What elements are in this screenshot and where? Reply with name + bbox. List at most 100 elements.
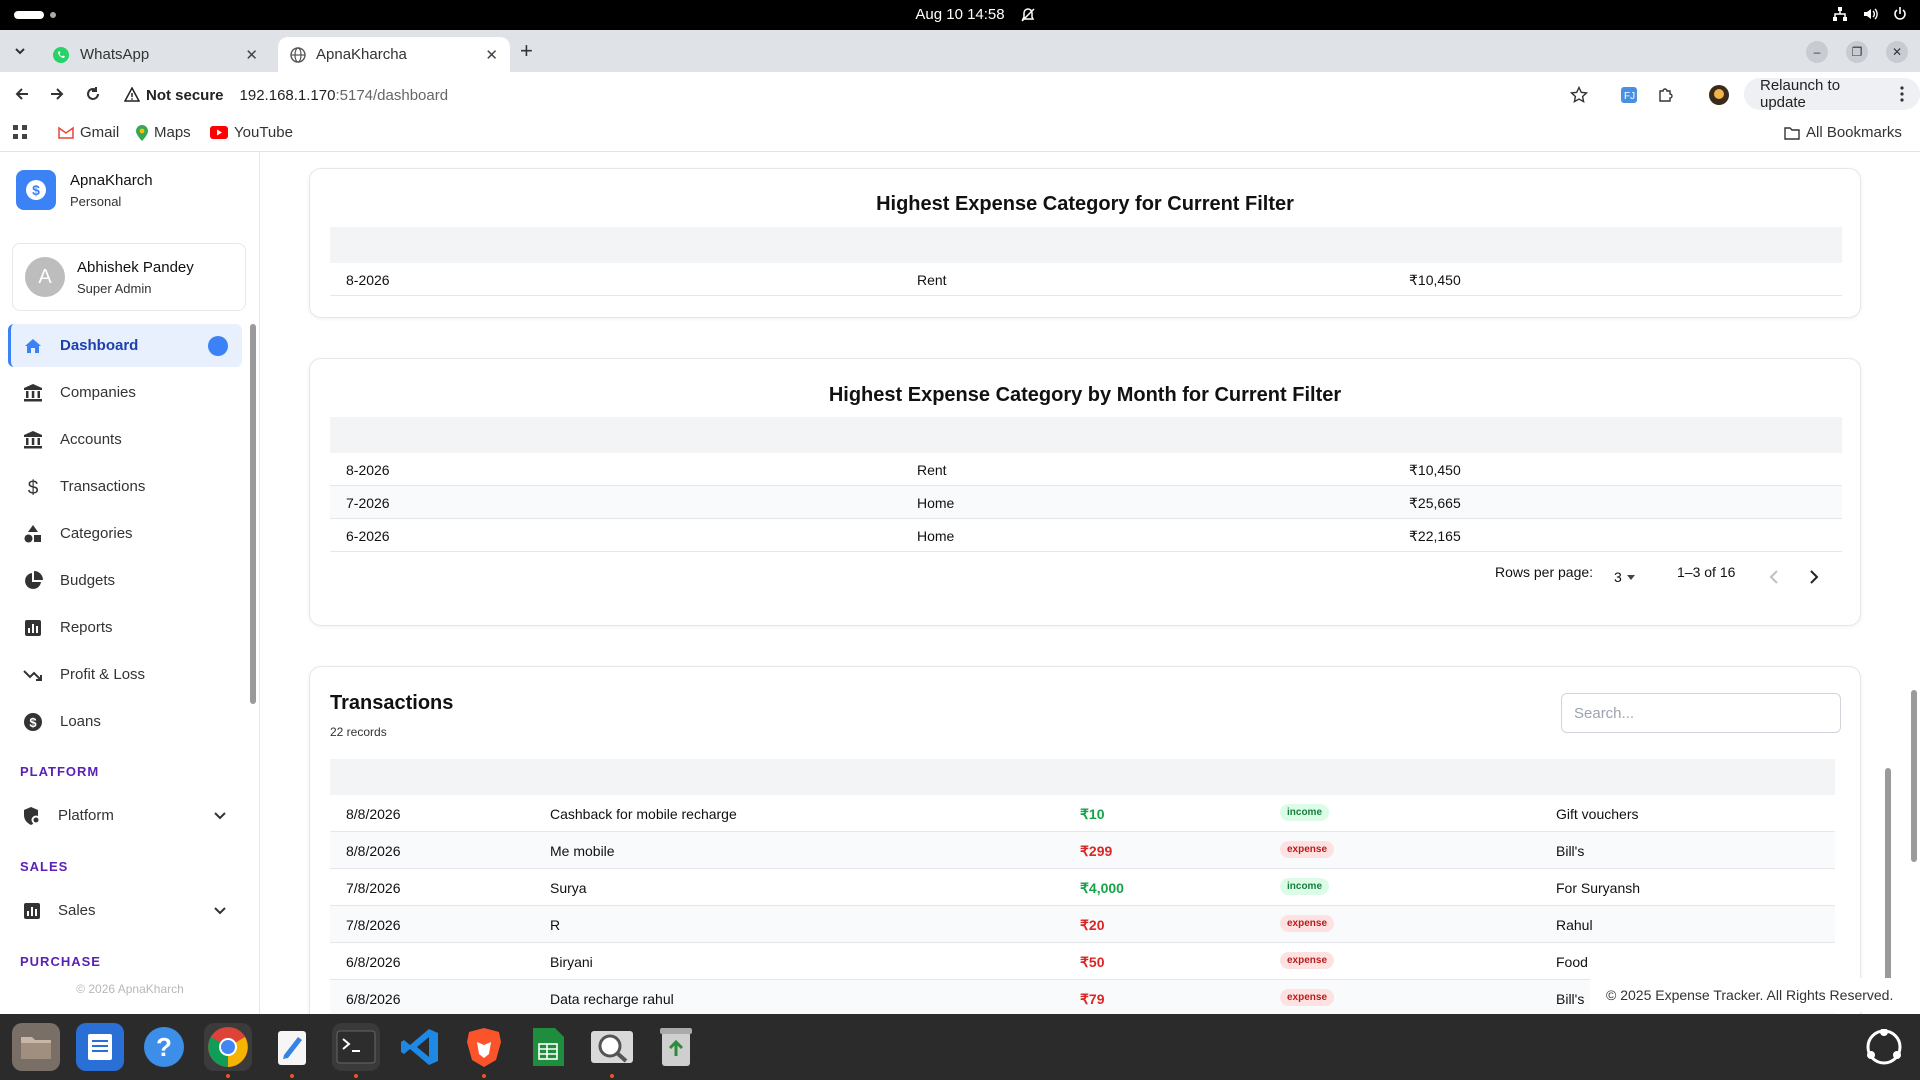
sidebar-item-label: Loans: [60, 713, 101, 730]
sidebar-scrollbar[interactable]: [250, 324, 256, 704]
relaunch-to-update-button[interactable]: Relaunch to update: [1744, 77, 1920, 111]
image-viewer-icon[interactable]: [588, 1023, 636, 1071]
column-header[interactable]: Month-Year: [346, 237, 422, 253]
tab-apnakharcha[interactable]: ApnaKharcha ✕: [278, 37, 510, 72]
column-header[interactable]: Category: [917, 427, 978, 443]
cell-description: Biryani: [550, 954, 593, 970]
bookmark-star-icon[interactable]: [1568, 84, 1590, 106]
volume-icon[interactable]: [1862, 6, 1878, 22]
cell-amount: ₹25,665: [1409, 495, 1461, 511]
running-indicator: [290, 1074, 294, 1078]
cell-description: Surya: [550, 880, 587, 896]
security-label[interactable]: Not secure: [146, 87, 224, 104]
activities-indicator[interactable]: [14, 11, 44, 19]
show-apps-icon[interactable]: [1860, 1023, 1908, 1071]
type-badge: expense: [1280, 989, 1335, 1006]
sidebar-item-profit-loss[interactable]: Profit & Loss: [8, 653, 242, 696]
help-icon[interactable]: ?: [140, 1023, 188, 1071]
address-bar[interactable]: Not secure 192.168.1.170:5174/dashboard: [124, 78, 1594, 112]
sidebar-item-transactions[interactable]: $ Transactions: [8, 465, 242, 508]
table-scrollbar[interactable]: [1885, 768, 1891, 986]
browser-tab-strip: WhatsApp ✕ ApnaKharcha ✕ + – ❐ ✕: [0, 30, 1920, 72]
brave-icon[interactable]: [460, 1023, 508, 1071]
minimize-icon[interactable]: –: [1806, 41, 1828, 63]
column-header[interactable]: Category: [1556, 769, 1617, 785]
bookmark-label: Maps: [154, 124, 191, 141]
table-row[interactable]: 6/8/2026 Biryani ₹50 expense Food: [330, 943, 1835, 980]
tab-whatsapp[interactable]: WhatsApp ✕: [40, 37, 270, 72]
prev-page-icon[interactable]: [1768, 570, 1780, 584]
table-row[interactable]: 8/8/2026 Me mobile ₹299 expense Bill's: [330, 832, 1835, 869]
warning-icon[interactable]: [124, 87, 140, 103]
user-card[interactable]: A Abhishek Pandey Super Admin: [12, 243, 246, 311]
sidebar-item-accounts[interactable]: Accounts: [8, 418, 242, 461]
trash-icon[interactable]: [652, 1023, 700, 1071]
more-vertical-icon[interactable]: [1900, 86, 1904, 102]
sidebar-item-loans[interactable]: $ Loans: [8, 700, 242, 743]
column-header[interactable]: Month-Year: [346, 427, 422, 443]
column-header[interactable]: Amount: [1409, 237, 1462, 253]
terminal-icon[interactable]: [332, 1023, 380, 1071]
tab-close-button[interactable]: ✕: [245, 46, 258, 64]
page-scrollbar[interactable]: [1911, 690, 1917, 862]
vscode-icon[interactable]: [396, 1023, 444, 1071]
power-icon[interactable]: [1892, 6, 1908, 22]
system-clock[interactable]: Aug 10 14:58: [900, 6, 1020, 23]
next-page-icon[interactable]: [1808, 570, 1820, 584]
column-header[interactable]: Amount: [1080, 769, 1133, 785]
sidebar-item-dashboard[interactable]: Dashboard: [8, 324, 242, 367]
cell-category: Food: [1556, 954, 1588, 970]
brand[interactable]: $ ApnaKharch Personal: [16, 170, 153, 210]
bookmark-youtube[interactable]: YouTube: [210, 124, 293, 141]
sidebar-item-label: Sales: [58, 902, 96, 919]
reload-icon[interactable]: [82, 83, 104, 105]
notes-icon[interactable]: [268, 1023, 316, 1071]
column-header[interactable]: Type: [1280, 769, 1312, 785]
table-row[interactable]: 7/8/2026 R ₹20 expense Rahul: [330, 906, 1835, 943]
puzzle-icon[interactable]: [1655, 84, 1677, 106]
chevron-down-icon[interactable]: [212, 902, 228, 918]
tab-title: ApnaKharcha: [316, 46, 407, 63]
profile-avatar[interactable]: [1708, 84, 1730, 106]
chrome-icon[interactable]: [204, 1023, 252, 1071]
browser-toolbar: Not secure 192.168.1.170:5174/dashboard …: [0, 72, 1920, 116]
running-indicator: [354, 1074, 358, 1078]
svg-text:?: ?: [156, 1032, 172, 1062]
sidebar-item-categories[interactable]: Categories: [8, 512, 242, 555]
svg-text:FJ: FJ: [1624, 91, 1635, 102]
column-header[interactable]: Amount: [1409, 427, 1462, 443]
chevron-down-icon[interactable]: [212, 807, 228, 823]
files-icon[interactable]: [12, 1023, 60, 1071]
sidebar-item-budgets[interactable]: Budgets: [8, 559, 242, 602]
rows-per-page-select[interactable]: 3: [1614, 569, 1636, 585]
new-tab-button[interactable]: +: [520, 40, 533, 62]
sidebar-item-companies[interactable]: Companies: [8, 371, 242, 414]
column-header[interactable]: Date: [346, 769, 376, 785]
sidebar-item-platform[interactable]: Platform: [8, 794, 242, 837]
close-window-icon[interactable]: ✕: [1886, 41, 1908, 63]
extension-icon[interactable]: FJ: [1618, 84, 1640, 106]
bookmark-gmail[interactable]: Gmail: [58, 124, 119, 141]
apps-grid-icon[interactable]: [12, 124, 28, 140]
bookmark-maps[interactable]: Maps: [136, 124, 191, 141]
column-header[interactable]: Description: [550, 769, 627, 785]
search-input[interactable]: [1561, 693, 1841, 733]
sidebar-item-reports[interactable]: Reports: [8, 606, 242, 649]
tab-close-button[interactable]: ✕: [485, 46, 498, 64]
network-icon[interactable]: [1832, 6, 1848, 22]
table-row[interactable]: 7/8/2026 Surya ₹4,000 income For Suryans…: [330, 869, 1835, 906]
rows-per-page-label: Rows per page:: [1495, 564, 1594, 580]
spreadsheet-icon[interactable]: [524, 1023, 572, 1071]
text-editor-icon[interactable]: [76, 1023, 124, 1071]
tab-search-chevron-icon[interactable]: [10, 41, 30, 61]
back-arrow-icon[interactable]: [11, 83, 33, 105]
all-bookmarks-button[interactable]: All Bookmarks: [1784, 124, 1902, 141]
forward-arrow-icon[interactable]: [46, 83, 68, 105]
sidebar-item-sales[interactable]: Sales: [8, 889, 242, 932]
table-row[interactable]: 8/8/2026 Cashback for mobile recharge ₹1…: [330, 795, 1835, 832]
all-bookmarks-label: All Bookmarks: [1806, 124, 1902, 141]
column-header[interactable]: Category: [917, 237, 978, 253]
cell-category: Rent: [917, 272, 947, 288]
restore-icon[interactable]: ❐: [1846, 41, 1868, 63]
svg-text:$: $: [29, 715, 37, 730]
